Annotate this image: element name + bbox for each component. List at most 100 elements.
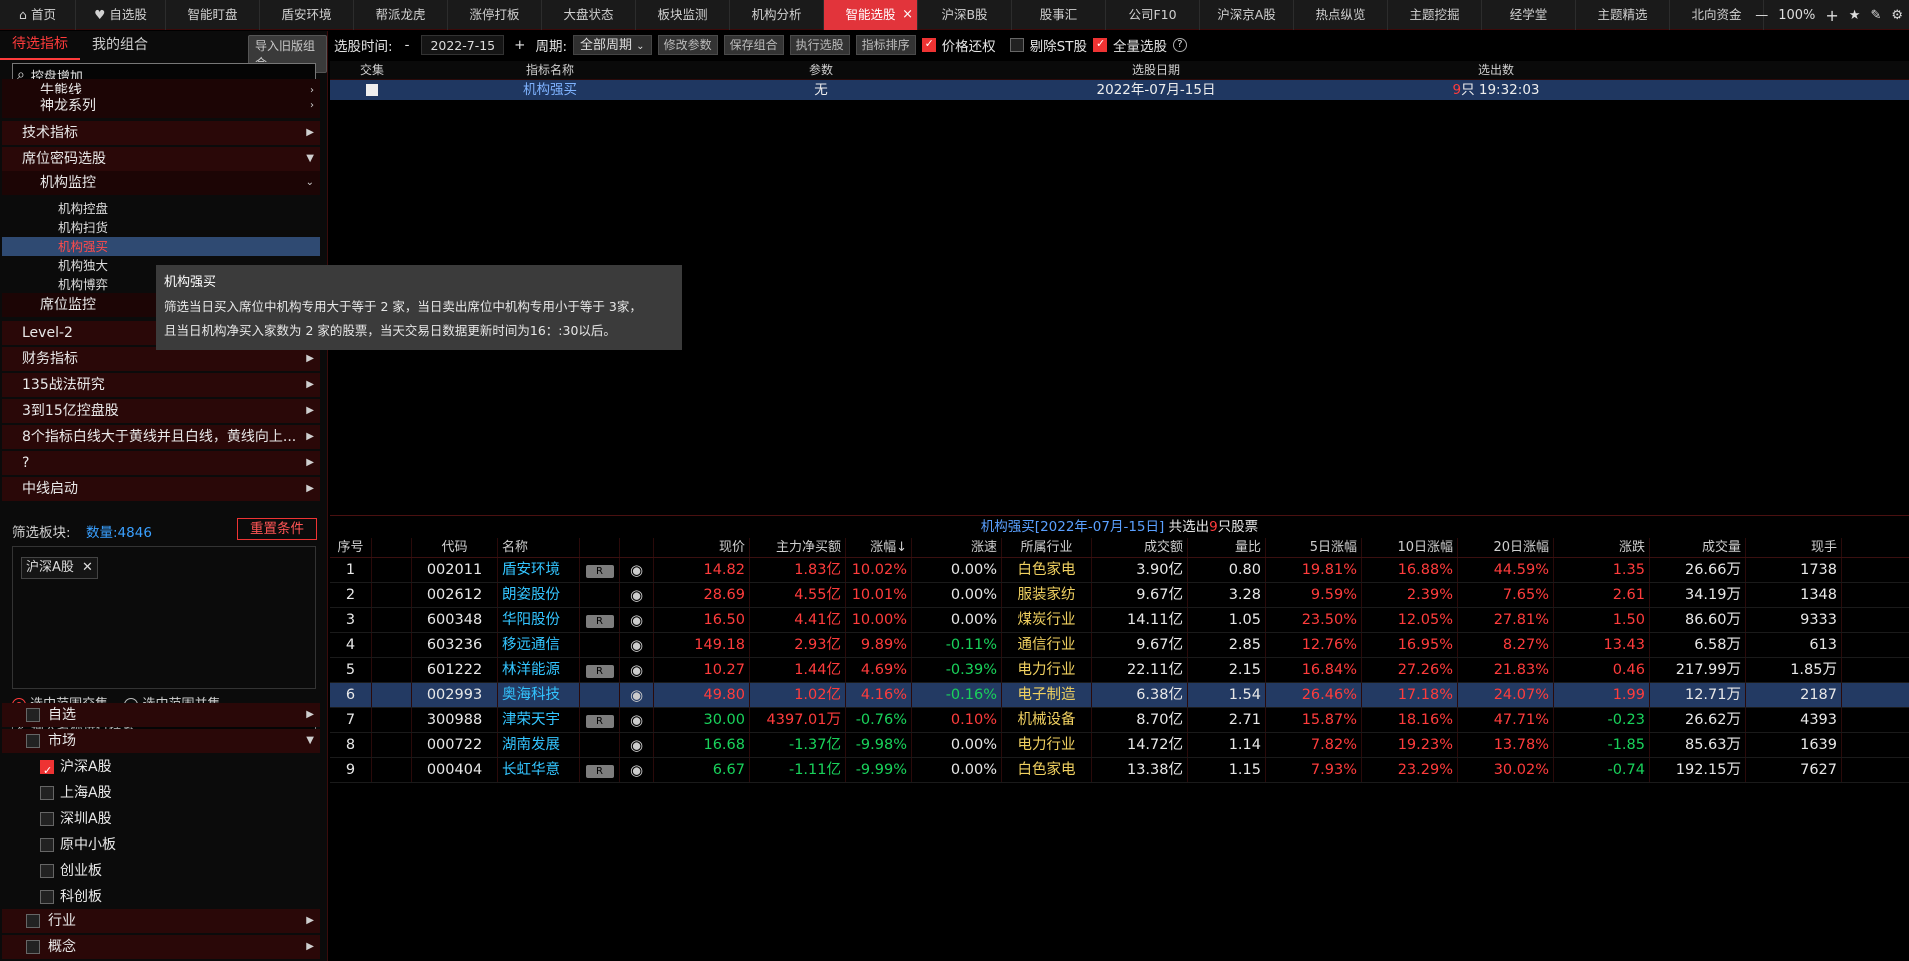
help-icon[interactable]: ?: [1172, 38, 1187, 52]
market-checkbox[interactable]: [40, 838, 54, 852]
price-restore-checkbox[interactable]: [921, 37, 936, 52]
col-header-price[interactable]: 现价: [654, 538, 750, 557]
table-row[interactable]: 2 002612 朗姿股份 ◉ 28.69 4.55亿 10.01% 0.00% 服装家纺 9.6…: [330, 583, 1909, 608]
market-checkbox[interactable]: [40, 759, 54, 783]
expand-arrow-icon[interactable]: ▶: [306, 347, 314, 371]
expand-arrow-icon[interactable]: ▶: [306, 935, 314, 959]
tree-item[interactable]: 机构监控 ⌄: [2, 171, 320, 195]
remove-st-checkbox[interactable]: [1009, 38, 1024, 52]
col-header-name[interactable]: 名称: [498, 538, 580, 557]
modify-params-button[interactable]: 修改参数: [657, 35, 718, 55]
r-badge-icon[interactable]: R: [585, 665, 614, 678]
r-badge-icon[interactable]: R: [585, 615, 614, 628]
tab-10[interactable]: 沪深B股: [918, 0, 1012, 30]
r-badge-icon[interactable]: R: [585, 565, 614, 578]
market-checkbox[interactable]: [40, 890, 54, 904]
intersect-checkbox[interactable]: [366, 84, 378, 96]
eye-icon[interactable]: ◉: [630, 633, 643, 657]
table-row[interactable]: 5 601222 林洋能源 R ◉ 10.27 1.44亿 4.69% -0.39% 电力行业 22…: [330, 658, 1909, 683]
market-checkbox[interactable]: [40, 786, 54, 800]
tree-leaf[interactable]: 机构控盘: [2, 199, 320, 218]
tab-0[interactable]: ⌂ 首页: [0, 0, 76, 30]
col-header-diff[interactable]: 涨跌: [1554, 538, 1650, 557]
tree-leaf[interactable]: 机构扫货: [2, 218, 320, 237]
expand-arrow-icon[interactable]: ▶: [306, 121, 314, 145]
col-header-speed[interactable]: 涨速: [912, 538, 1002, 557]
expand-arrow-icon[interactable]: ›: [310, 94, 314, 118]
tree-item[interactable]: 3到15亿控盘股 ▶: [2, 399, 320, 423]
market-item[interactable]: 科创板: [2, 885, 320, 909]
eye-icon[interactable]: ◉: [630, 733, 643, 757]
col-header-d20[interactable]: 20日涨幅: [1458, 538, 1554, 557]
zoom-out-button[interactable]: —: [1755, 8, 1768, 23]
save-combo-button[interactable]: 保存组合: [723, 35, 784, 55]
tree-item[interactable]: 中线启动 ▶: [2, 477, 320, 501]
eye-icon[interactable]: ◉: [630, 708, 643, 732]
expand-arrow-icon[interactable]: ▶: [306, 703, 314, 727]
eye-icon[interactable]: ◉: [630, 758, 643, 782]
range-checkbox[interactable]: [26, 708, 40, 722]
range-item[interactable]: 行业 ▶: [2, 909, 320, 933]
expand-arrow-icon[interactable]: ▶: [306, 451, 314, 475]
tab-7[interactable]: 板块监测: [636, 0, 730, 30]
close-tab-icon[interactable]: ×: [902, 0, 913, 30]
tree-item[interactable]: 8个指标白线大于黄线并且白线，黄线向上... ▶: [2, 425, 320, 449]
tab-2[interactable]: 智能盯盘: [166, 0, 260, 30]
market-checkbox[interactable]: [40, 864, 54, 878]
range-checkbox[interactable]: [26, 734, 40, 748]
tab-8[interactable]: 机构分析: [730, 0, 824, 30]
tab-candidate-indicators[interactable]: 待选指标: [0, 30, 80, 60]
expand-arrow-icon[interactable]: ▶: [306, 425, 314, 449]
col-header-ind[interactable]: 所属行业: [1002, 538, 1092, 557]
full-select-checkbox[interactable]: [1092, 37, 1107, 52]
eye-icon[interactable]: ◉: [630, 658, 643, 682]
col-header-d10[interactable]: 10日涨幅: [1362, 538, 1458, 557]
table-row[interactable]: 6 002993 奥海科技 ◉ 49.80 1.02亿 4.16% -0.16% 电子制造 6.3…: [330, 683, 1909, 708]
tab-11[interactable]: 股事汇: [1012, 0, 1106, 30]
col-header-no[interactable]: 序号: [330, 538, 372, 557]
tree-item[interactable]: 技术指标 ▶: [2, 121, 320, 145]
expand-arrow-icon[interactable]: ▶: [306, 477, 314, 501]
col-header-vol[interactable]: 成交量: [1650, 538, 1746, 557]
execute-select-button[interactable]: 执行选股: [789, 35, 850, 55]
tree-item[interactable]: 神龙系列 ›: [2, 94, 320, 118]
tab-4[interactable]: 帮派龙虎: [354, 0, 448, 30]
tab-1[interactable]: ♥ 自选股: [76, 0, 166, 30]
expand-arrow-icon[interactable]: ▶: [306, 399, 314, 423]
table-row[interactable]: 4 603236 移远通信 ◉ 149.18 2.93亿 9.89% -0.11% 通信行业 9.…: [330, 633, 1909, 658]
range-item[interactable]: 市场 ▼: [2, 729, 320, 753]
range-item[interactable]: 概念 ▶: [2, 935, 320, 959]
tab-15[interactable]: 主题挖掘: [1388, 0, 1482, 30]
r-badge-icon[interactable]: R: [585, 765, 614, 778]
col-header-chg[interactable]: 涨幅↓: [846, 538, 912, 557]
zoom-in-button[interactable]: +: [1825, 6, 1838, 25]
tab-my-combos[interactable]: 我的组合: [80, 31, 160, 59]
tab-14[interactable]: 热点纵览: [1294, 0, 1388, 30]
period-select[interactable]: 全部周期 ⌄: [573, 35, 652, 55]
tree-item[interactable]: ? ▶: [2, 451, 320, 475]
date-minus-button[interactable]: -: [405, 37, 410, 53]
indicator-row[interactable]: 机构强买 无 2022年-07月-15日 9只 19:32:03: [330, 80, 1909, 100]
tree-item[interactable]: 财务指标 ▶: [2, 347, 320, 371]
table-row[interactable]: 1 002011 盾安环境 R ◉ 14.82 1.83亿 10.02% 0.00% 白色家电 3.…: [330, 558, 1909, 583]
intersect-checkbox-cell[interactable]: [330, 80, 414, 100]
table-row[interactable]: 9 000404 长虹华意 R ◉ 6.67 -1.11亿 -9.99% 0.00% 白色家电 13…: [330, 758, 1909, 783]
tab-16[interactable]: 经学堂: [1482, 0, 1576, 30]
gear-icon[interactable]: ⚙: [1891, 8, 1903, 23]
table-row[interactable]: 7 300988 津荣天宇 R ◉ 30.00 4397.01万 -0.76% 0.10% 机械设…: [330, 708, 1909, 733]
col-header-amt[interactable]: 成交额: [1092, 538, 1188, 557]
expand-arrow-icon[interactable]: ▶: [306, 373, 314, 397]
range-checkbox[interactable]: [26, 914, 40, 928]
tab-5[interactable]: 涨停打板: [448, 0, 542, 30]
range-item[interactable]: 自选 ▶: [2, 703, 320, 727]
tree-leaf[interactable]: 机构强买: [2, 237, 320, 256]
expand-arrow-icon[interactable]: ⌄: [306, 171, 314, 195]
expand-arrow-icon[interactable]: ▼: [306, 147, 314, 171]
sort-indicators-button[interactable]: 指标排序: [855, 35, 916, 55]
expand-arrow-icon[interactable]: ▶: [306, 909, 314, 933]
eye-icon[interactable]: ◉: [630, 558, 643, 582]
market-checkbox[interactable]: [40, 812, 54, 826]
table-row[interactable]: 3 600348 华阳股份 R ◉ 16.50 4.41亿 10.00% 0.00% 煤炭行业 14…: [330, 608, 1909, 633]
table-row[interactable]: 8 000722 湖南发展 ◉ 16.68 -1.37亿 -9.98% 0.00% 电力行业 14…: [330, 733, 1909, 758]
tab-12[interactable]: 公司F10: [1106, 0, 1200, 30]
